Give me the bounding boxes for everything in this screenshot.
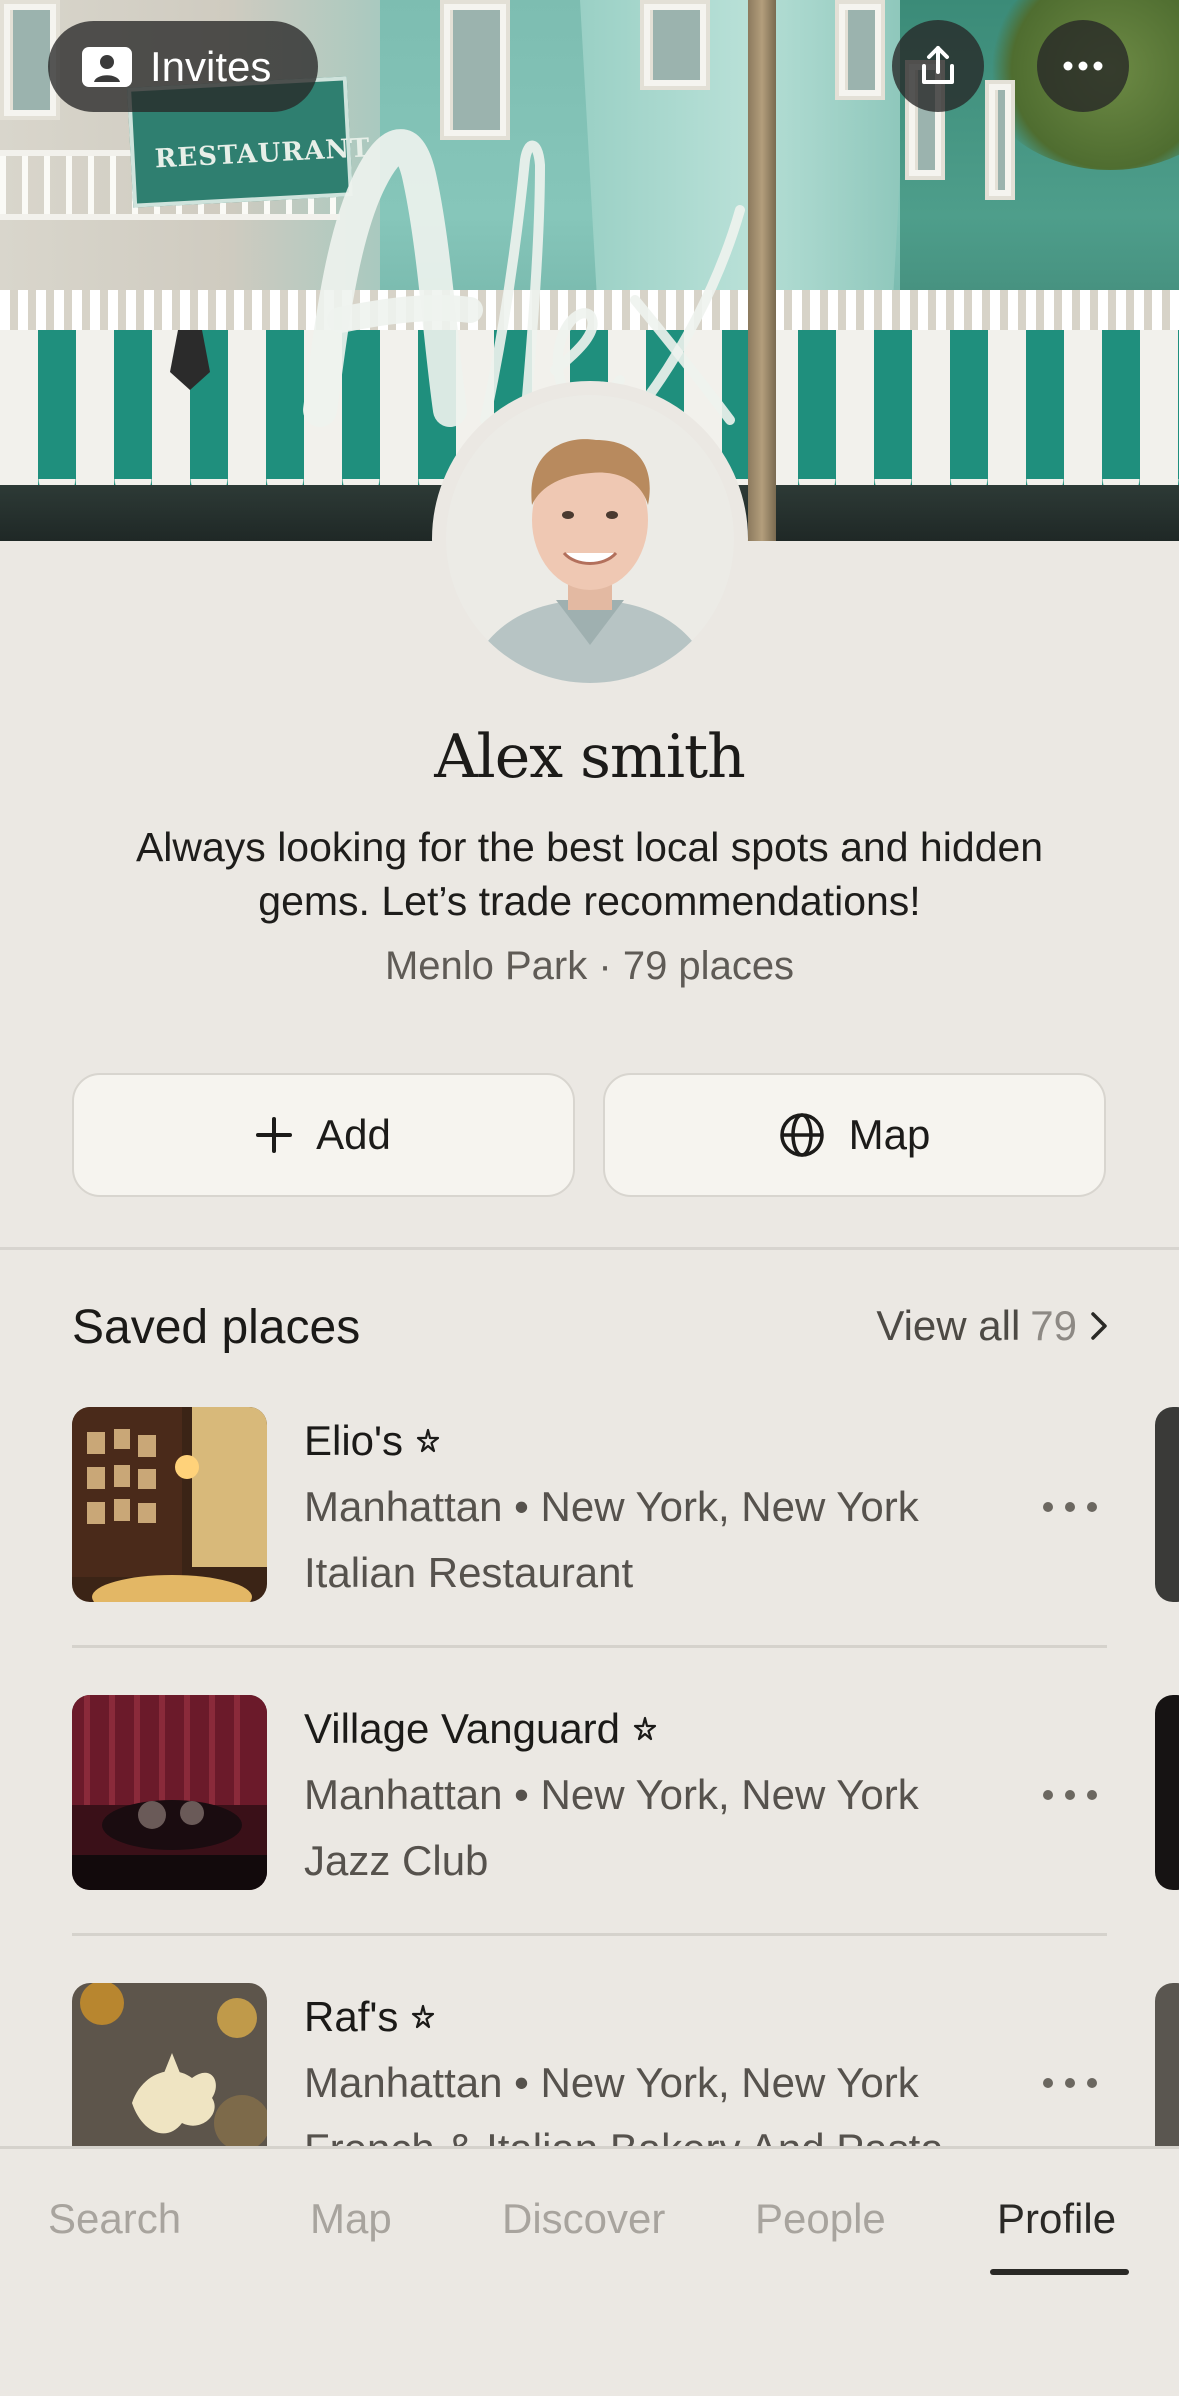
ellipsis-icon (1043, 2078, 1097, 2088)
globe-icon (779, 1113, 824, 1157)
place-name-text: Village Vanguard (304, 1705, 621, 1752)
contact-card-icon (82, 46, 132, 87)
avatar-photo (446, 395, 734, 683)
next-card-peek[interactable] (1155, 1695, 1179, 1890)
place-name-text: Elio's (304, 1417, 404, 1464)
place-name-text: Raf's (304, 1993, 399, 2040)
sparkle-icon (416, 1428, 440, 1453)
profile-avatar[interactable] (432, 381, 748, 697)
window (640, 0, 710, 90)
place-name: Elio's (304, 1417, 441, 1465)
item-more-button[interactable] (1040, 1775, 1100, 1815)
sparkle-icon (412, 2004, 435, 2029)
window (985, 80, 1015, 200)
place-category: Jazz Club (304, 1837, 489, 1884)
list-divider (72, 1645, 1107, 1648)
window (835, 0, 885, 100)
list-item[interactable]: Village Vanguard Manhattan • New York, N… (72, 1695, 1107, 1895)
meta-separator: · (598, 944, 612, 988)
map-button[interactable]: Map (603, 1073, 1106, 1197)
place-category: Italian Restaurant (304, 1549, 634, 1596)
place-location: Manhattan • New York, New York (304, 1483, 919, 1530)
share-button[interactable] (892, 20, 984, 112)
more-options-button[interactable] (1037, 20, 1129, 112)
nav-profile[interactable]: Profile (997, 2195, 1116, 2243)
next-card-peek[interactable] (1155, 1407, 1179, 1602)
ellipsis-icon (1063, 61, 1103, 71)
invites-button[interactable]: Invites (48, 21, 318, 112)
saved-places-title: Saved places (72, 1301, 361, 1354)
place-name: Village Vanguard (304, 1705, 658, 1753)
section-divider (0, 1247, 1179, 1250)
list-item[interactable]: Elio's Manhattan • New York, New York It… (72, 1407, 1107, 1607)
view-all-count: 79 (1030, 1302, 1077, 1349)
item-more-button[interactable] (1040, 1487, 1100, 1527)
item-more-button[interactable] (1040, 2063, 1100, 2103)
profile-places-count: 79 places (622, 944, 795, 988)
nav-search[interactable]: Search (48, 2195, 181, 2243)
place-location: Manhattan • New York, New York (304, 2059, 919, 2106)
ellipsis-icon (1043, 1502, 1097, 1512)
share-icon (922, 46, 954, 84)
add-button[interactable]: Add (72, 1073, 575, 1197)
place-thumbnail (72, 1695, 267, 1890)
place-location: Manhattan • New York, New York (304, 1771, 919, 1818)
nav-map[interactable]: Map (310, 2195, 392, 2243)
bottom-nav: Search Map Discover People Profile (0, 2146, 1179, 2396)
ellipsis-icon (1043, 1790, 1097, 1800)
add-button-label: Add (316, 1111, 391, 1158)
profile-name: Alex smith (434, 722, 746, 792)
view-all-link[interactable]: View all 79 (876, 1302, 1111, 1350)
nav-people[interactable]: People (755, 2195, 886, 2243)
place-thumbnail (72, 1407, 267, 1602)
active-tab-indicator (990, 2269, 1129, 2275)
nav-discover[interactable]: Discover (502, 2195, 665, 2243)
window (440, 0, 510, 140)
place-name: Raf's (304, 1993, 436, 2041)
view-all-label: View all (876, 1302, 1021, 1349)
invites-label: Invites (150, 42, 272, 90)
list-divider (72, 1933, 1107, 1936)
profile-meta: Menlo Park · 79 places (0, 944, 1179, 989)
chevron-right-icon (1091, 1312, 1107, 1340)
sparkle-icon (633, 1716, 657, 1741)
profile-bio: Always looking for the best local spots … (135, 824, 1044, 924)
profile-location: Menlo Park (384, 944, 588, 988)
map-button-label: Map (848, 1111, 931, 1158)
plus-icon (256, 1117, 293, 1153)
